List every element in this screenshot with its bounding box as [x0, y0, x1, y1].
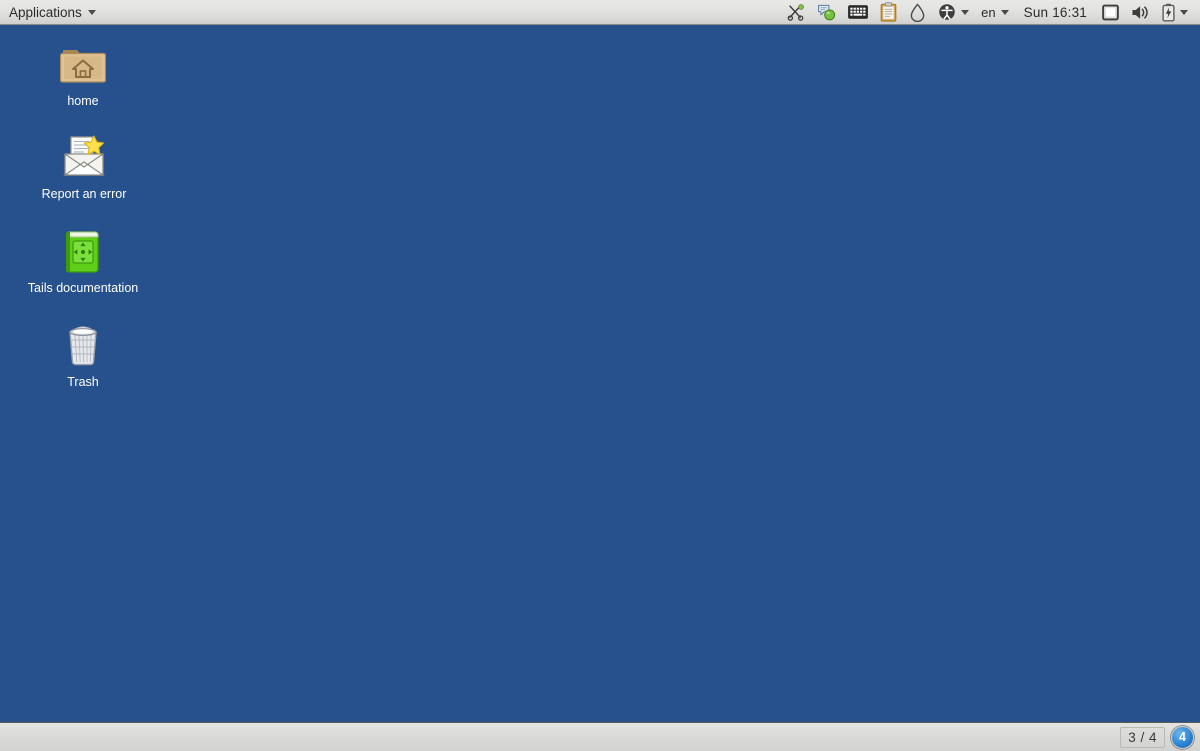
desktop-icon-label: Tails documentation: [27, 281, 139, 295]
tray-item-volume[interactable]: [1125, 0, 1156, 25]
desktop-icon-report-an-error[interactable]: Report an error: [9, 133, 159, 201]
chevron-down-icon: [87, 9, 96, 15]
tor-status-icon: [910, 2, 925, 22]
clock-label: Sun 16:31: [1023, 4, 1087, 20]
display-icon: [1102, 4, 1119, 20]
accessibility-icon: [939, 4, 955, 20]
battery-charging-icon: [1162, 3, 1175, 22]
window-count-badge[interactable]: 4: [1171, 725, 1194, 749]
applications-menu-button[interactable]: Applications: [0, 0, 105, 25]
clipboard-icon: [880, 2, 897, 22]
tray-item-accessibility[interactable]: [932, 0, 975, 25]
workspace-switcher[interactable]: 3 / 4: [1120, 726, 1165, 748]
onscreen-keyboard-icon: [848, 5, 869, 19]
tray-item-onscreen-keyboard[interactable]: [842, 0, 874, 25]
trash-can-icon: [59, 321, 107, 369]
desktop-icon-tails-documentation[interactable]: Tails documentation: [8, 227, 158, 295]
window-count-label: 4: [1179, 729, 1186, 744]
desktop-icon-label: Trash: [67, 375, 99, 389]
desktop-screen: Applications en Sun 16:31 home Report an…: [0, 0, 1200, 751]
keyboard-layout-label: en: [981, 4, 996, 20]
pidgin-chat-icon: [818, 4, 836, 20]
clock-button[interactable]: Sun 16:31: [1015, 5, 1096, 20]
chevron-down-icon: [1000, 9, 1009, 15]
applications-menu-label: Applications: [9, 4, 82, 20]
tray-item-display[interactable]: [1096, 0, 1125, 25]
onion-circuits-icon: [787, 3, 804, 21]
desktop-icon-label: home: [67, 94, 99, 108]
tray-item-battery[interactable]: [1156, 0, 1194, 25]
report-error-envelope-icon: [60, 133, 108, 181]
home-folder-icon: [59, 40, 107, 88]
top-panel: Applications en Sun 16:31: [0, 0, 1200, 25]
tray-item-clipboard[interactable]: [874, 0, 903, 25]
tray-item-tor-status[interactable]: [903, 0, 932, 25]
desktop-area[interactable]: home Report an error Tails documentation…: [0, 26, 1200, 722]
system-tray: en Sun 16:31: [780, 0, 1200, 25]
workspace-switcher-label: 3 / 4: [1128, 729, 1157, 745]
volume-icon: [1132, 5, 1148, 19]
chevron-down-icon: [961, 9, 970, 15]
desktop-icon-home[interactable]: home: [8, 40, 158, 108]
desktop-icon-label: Report an error: [41, 187, 127, 201]
documentation-book-icon: [59, 227, 107, 275]
desktop-icon-trash[interactable]: Trash: [8, 321, 158, 389]
tray-item-keyboard-layout[interactable]: en: [975, 0, 1014, 25]
bottom-panel: 3 / 4 4: [0, 722, 1200, 751]
tray-item-onion-circuits[interactable]: [780, 0, 811, 25]
tray-item-pidgin[interactable]: [811, 0, 842, 25]
chevron-down-icon: [1180, 9, 1188, 15]
